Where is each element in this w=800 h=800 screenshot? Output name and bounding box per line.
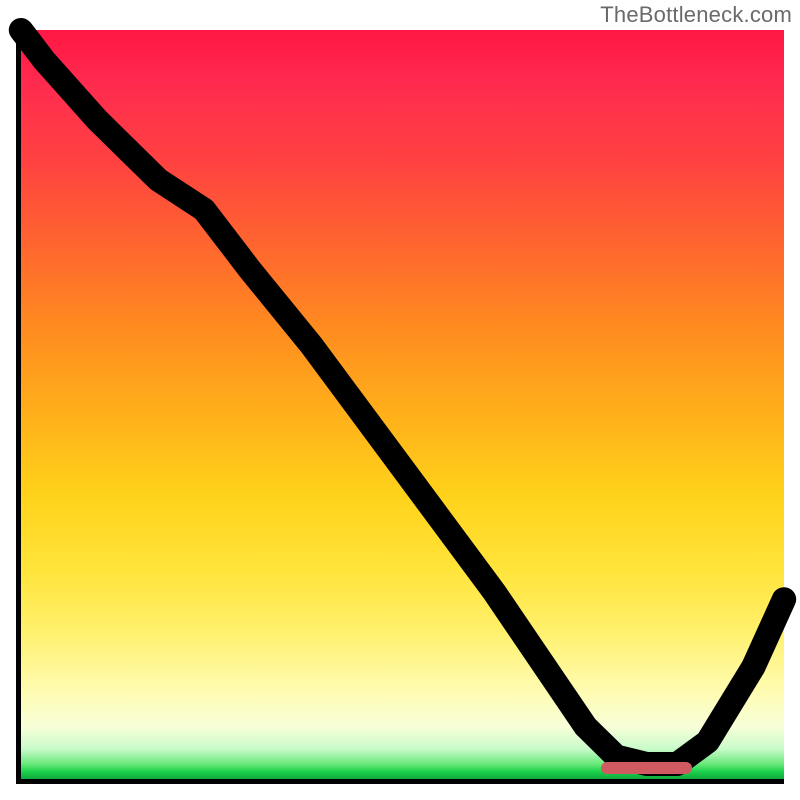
watermark-label: TheBottleneck.com bbox=[600, 2, 792, 28]
chart-container: TheBottleneck.com bbox=[0, 0, 800, 800]
bottleneck-curve bbox=[21, 30, 784, 764]
optimal-range-indicator bbox=[601, 762, 693, 774]
curve-svg bbox=[21, 30, 784, 779]
plot-frame bbox=[16, 30, 784, 784]
